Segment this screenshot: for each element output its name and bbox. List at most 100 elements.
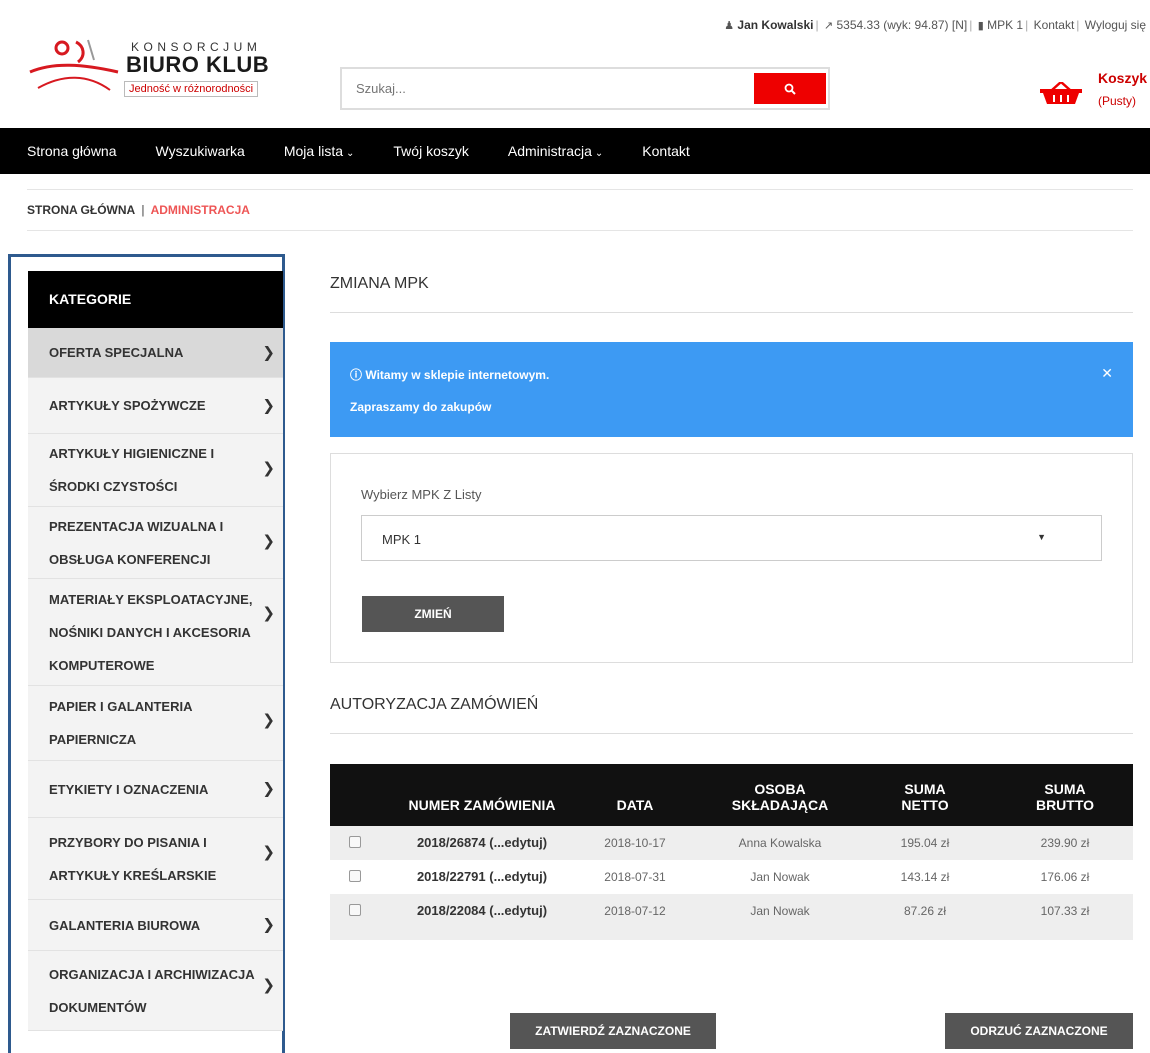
logout-link[interactable]: Wyloguj się bbox=[1085, 18, 1146, 32]
table-row: 2018/22791 (...edytuj) 2018-07-31 Jan No… bbox=[330, 860, 1133, 894]
category-sidebar: KATEGORIE OFERTA SPECJALNA ❯ ARTYKUŁY SPO… bbox=[8, 254, 285, 1053]
order-person: Anna Kowalska bbox=[738, 836, 822, 850]
row-checkbox[interactable] bbox=[349, 904, 361, 916]
breadcrumb-current: ADMINISTRACJA bbox=[150, 203, 250, 217]
breadcrumb-home[interactable]: STRONA GŁÓWNA bbox=[27, 203, 135, 217]
mpk-select-value: MPK 1 bbox=[382, 532, 422, 547]
order-gross: 239.90 zł bbox=[1040, 836, 1090, 850]
order-number-link[interactable]: 2018/26874 (...edytuj) bbox=[392, 835, 572, 850]
logo-line-2: BIURO KLUB bbox=[126, 52, 270, 77]
chart-icon: ↗ bbox=[823, 20, 834, 32]
search-input[interactable] bbox=[342, 69, 754, 108]
mpk-select[interactable]: MPK 1 ▼ bbox=[361, 515, 1102, 561]
search-button[interactable] bbox=[754, 73, 826, 104]
chevron-right-icon: ❯ bbox=[262, 916, 275, 934]
table-row: 2018/26874 (...edytuj) 2018-10-17 Anna K… bbox=[330, 826, 1133, 860]
category-item[interactable]: PRZYBORY DO PISANIA I ARTYKUŁY KREŚLARSK… bbox=[28, 818, 283, 900]
divider bbox=[27, 189, 1133, 190]
order-date: 2018-07-12 bbox=[604, 904, 666, 918]
category-item[interactable]: GALANTERIA BIUROWA ❯ bbox=[28, 900, 283, 951]
chevron-right-icon: ❯ bbox=[262, 533, 275, 550]
nav-admin[interactable]: Administracja ⌄ bbox=[508, 143, 603, 159]
category-item[interactable]: ETYKIETY I OZNACZENIA ❯ bbox=[28, 761, 283, 818]
order-net: 87.26 zł bbox=[903, 904, 947, 918]
chevron-right-icon: ❯ bbox=[262, 397, 275, 414]
chevron-right-icon: ❯ bbox=[262, 344, 275, 361]
category-item[interactable]: MATERIAŁY EKSPLOATACYJNE, NOŚNIKI DANYCH… bbox=[28, 579, 283, 686]
order-number-link[interactable]: 2018/22791 (...edytuj) bbox=[392, 869, 572, 884]
table-row: 2018/22084 (...edytuj) 2018-07-12 Jan No… bbox=[330, 894, 1133, 940]
row-checkbox[interactable] bbox=[349, 836, 361, 848]
divider bbox=[27, 230, 1133, 231]
chevron-right-icon: ❯ bbox=[262, 712, 275, 729]
mpk-form: Wybierz MPK Z Listy MPK 1 ▼ ZMIEŃ bbox=[330, 453, 1133, 663]
chevron-right-icon: ❯ bbox=[262, 605, 275, 622]
category-item[interactable]: OFERTA SPECJALNA ❯ bbox=[28, 328, 283, 378]
basket-icon bbox=[1040, 82, 1082, 104]
info-icon: ⓘ bbox=[350, 368, 363, 382]
category-item[interactable]: ARTYKUŁY SPOŻYWCZE ❯ bbox=[28, 378, 283, 434]
divider bbox=[330, 312, 1133, 313]
cart-title: Koszyk bbox=[1098, 70, 1148, 86]
contact-link[interactable]: Kontakt bbox=[1034, 18, 1075, 32]
order-person: Jan Nowak bbox=[750, 870, 810, 884]
logo-tagline: Jedność w różnorodności bbox=[124, 81, 259, 97]
chevron-right-icon: ❯ bbox=[262, 844, 275, 861]
chevron-down-icon: ⌄ bbox=[346, 148, 355, 159]
category-item[interactable]: PAPIER I GALANTERIA PAPIERNICZA ❯ bbox=[28, 686, 283, 761]
alert-title: Witamy w sklepie internetowym. bbox=[365, 368, 550, 382]
orders-section-title: AUTORYZACJA ZAMÓWIEŃ bbox=[330, 696, 539, 713]
mpk-link[interactable]: MPK 1 bbox=[987, 18, 1023, 32]
order-net: 143.14 zł bbox=[900, 870, 950, 884]
category-list: OFERTA SPECJALNA ❯ ARTYKUŁY SPOŻYWCZE ❯ AR… bbox=[28, 328, 283, 1031]
nav-home[interactable]: Strona główna bbox=[27, 143, 117, 159]
orders-table: NUMER ZAMÓWIENIA DATA OSOBA SKŁADAJĄCA SU… bbox=[330, 764, 1133, 940]
order-person: Jan Nowak bbox=[750, 904, 810, 918]
nav-cart[interactable]: Twój koszyk bbox=[393, 143, 468, 159]
chevron-right-icon: ❯ bbox=[262, 780, 275, 798]
search-icon bbox=[784, 83, 796, 95]
mpk-section-title: ZMIANA MPK bbox=[330, 275, 429, 292]
approve-selected-button[interactable]: ZATWIERDŹ ZAZNACZONE bbox=[510, 1013, 716, 1049]
divider bbox=[330, 733, 1133, 734]
alert-text: Zapraszamy do zakupów bbox=[350, 400, 492, 414]
col-date: DATA bbox=[616, 797, 654, 813]
category-item[interactable]: PREZENTACJA WIZUALNA I OBSŁUGA KONFERENC… bbox=[28, 507, 283, 579]
col-number: NUMER ZAMÓWIENIA bbox=[408, 797, 556, 813]
table-header: NUMER ZAMÓWIENIA DATA OSOBA SKŁADAJĄCA SU… bbox=[330, 764, 1133, 826]
row-checkbox[interactable] bbox=[349, 870, 361, 882]
mpk-select-label: Wybierz MPK Z Listy bbox=[361, 487, 482, 502]
search-bar bbox=[340, 67, 830, 110]
order-gross: 176.06 zł bbox=[1040, 870, 1090, 884]
nav-my-list[interactable]: Moja lista ⌄ bbox=[284, 143, 355, 159]
category-item[interactable]: ORGANIZACJA I ARCHIWIZACJA DOKUMENTÓW ❯ bbox=[28, 951, 283, 1031]
top-user-bar: ♟ Jan Kowalski | ↗ 5354.33 (wyk: 94.87) [… bbox=[724, 18, 1146, 32]
chevron-down-icon: ⌄ bbox=[594, 148, 604, 159]
order-number-link[interactable]: 2018/22084 (...edytuj) bbox=[392, 903, 572, 918]
col-gross: SUMA BRUTTO bbox=[1035, 781, 1095, 813]
order-net: 195.04 zł bbox=[900, 836, 950, 850]
budget-info: 5354.33 (wyk: 94.87) [N] bbox=[836, 18, 968, 32]
chevron-right-icon: ❯ bbox=[262, 460, 275, 477]
close-icon[interactable]: ✕ bbox=[1101, 365, 1113, 382]
welcome-alert: ⓘ Witamy w sklepie internetowym. Zaprasz… bbox=[330, 342, 1133, 437]
change-mpk-button[interactable]: ZMIEŃ bbox=[362, 596, 504, 632]
main-nav: Strona główna Wyszukiwarka Moja lista ⌄ T… bbox=[0, 128, 1150, 174]
nav-contact[interactable]: Kontakt bbox=[642, 143, 689, 159]
nav-search[interactable]: Wyszukiwarka bbox=[156, 143, 245, 159]
book-icon: ▮ bbox=[977, 20, 984, 32]
order-date: 2018-07-31 bbox=[604, 870, 666, 884]
order-date: 2018-10-17 bbox=[604, 836, 666, 850]
chevron-right-icon: ❯ bbox=[262, 977, 275, 994]
user-icon: ♟ bbox=[724, 20, 735, 32]
breadcrumb: STRONA GŁÓWNA | ADMINISTRACJA bbox=[27, 203, 250, 217]
sidebar-title: KATEGORIE bbox=[28, 271, 283, 328]
logo[interactable]: KONSORCJUM BIURO KLUB Jedność w różnorod… bbox=[28, 38, 288, 100]
col-person: OSOBA SKŁADAJĄCA bbox=[731, 781, 829, 813]
user-name[interactable]: Jan Kowalski bbox=[737, 18, 813, 32]
order-gross: 107.33 zł bbox=[1040, 904, 1090, 918]
category-item[interactable]: ARTYKUŁY HIGIENICZNE I ŚRODKI CZYSTOŚCI ❯ bbox=[28, 434, 283, 507]
caret-down-icon: ▼ bbox=[1037, 532, 1046, 542]
reject-selected-button[interactable]: ODRZUĆ ZAZNACZONE bbox=[945, 1013, 1133, 1049]
col-net: SUMA NETTO bbox=[901, 781, 949, 813]
